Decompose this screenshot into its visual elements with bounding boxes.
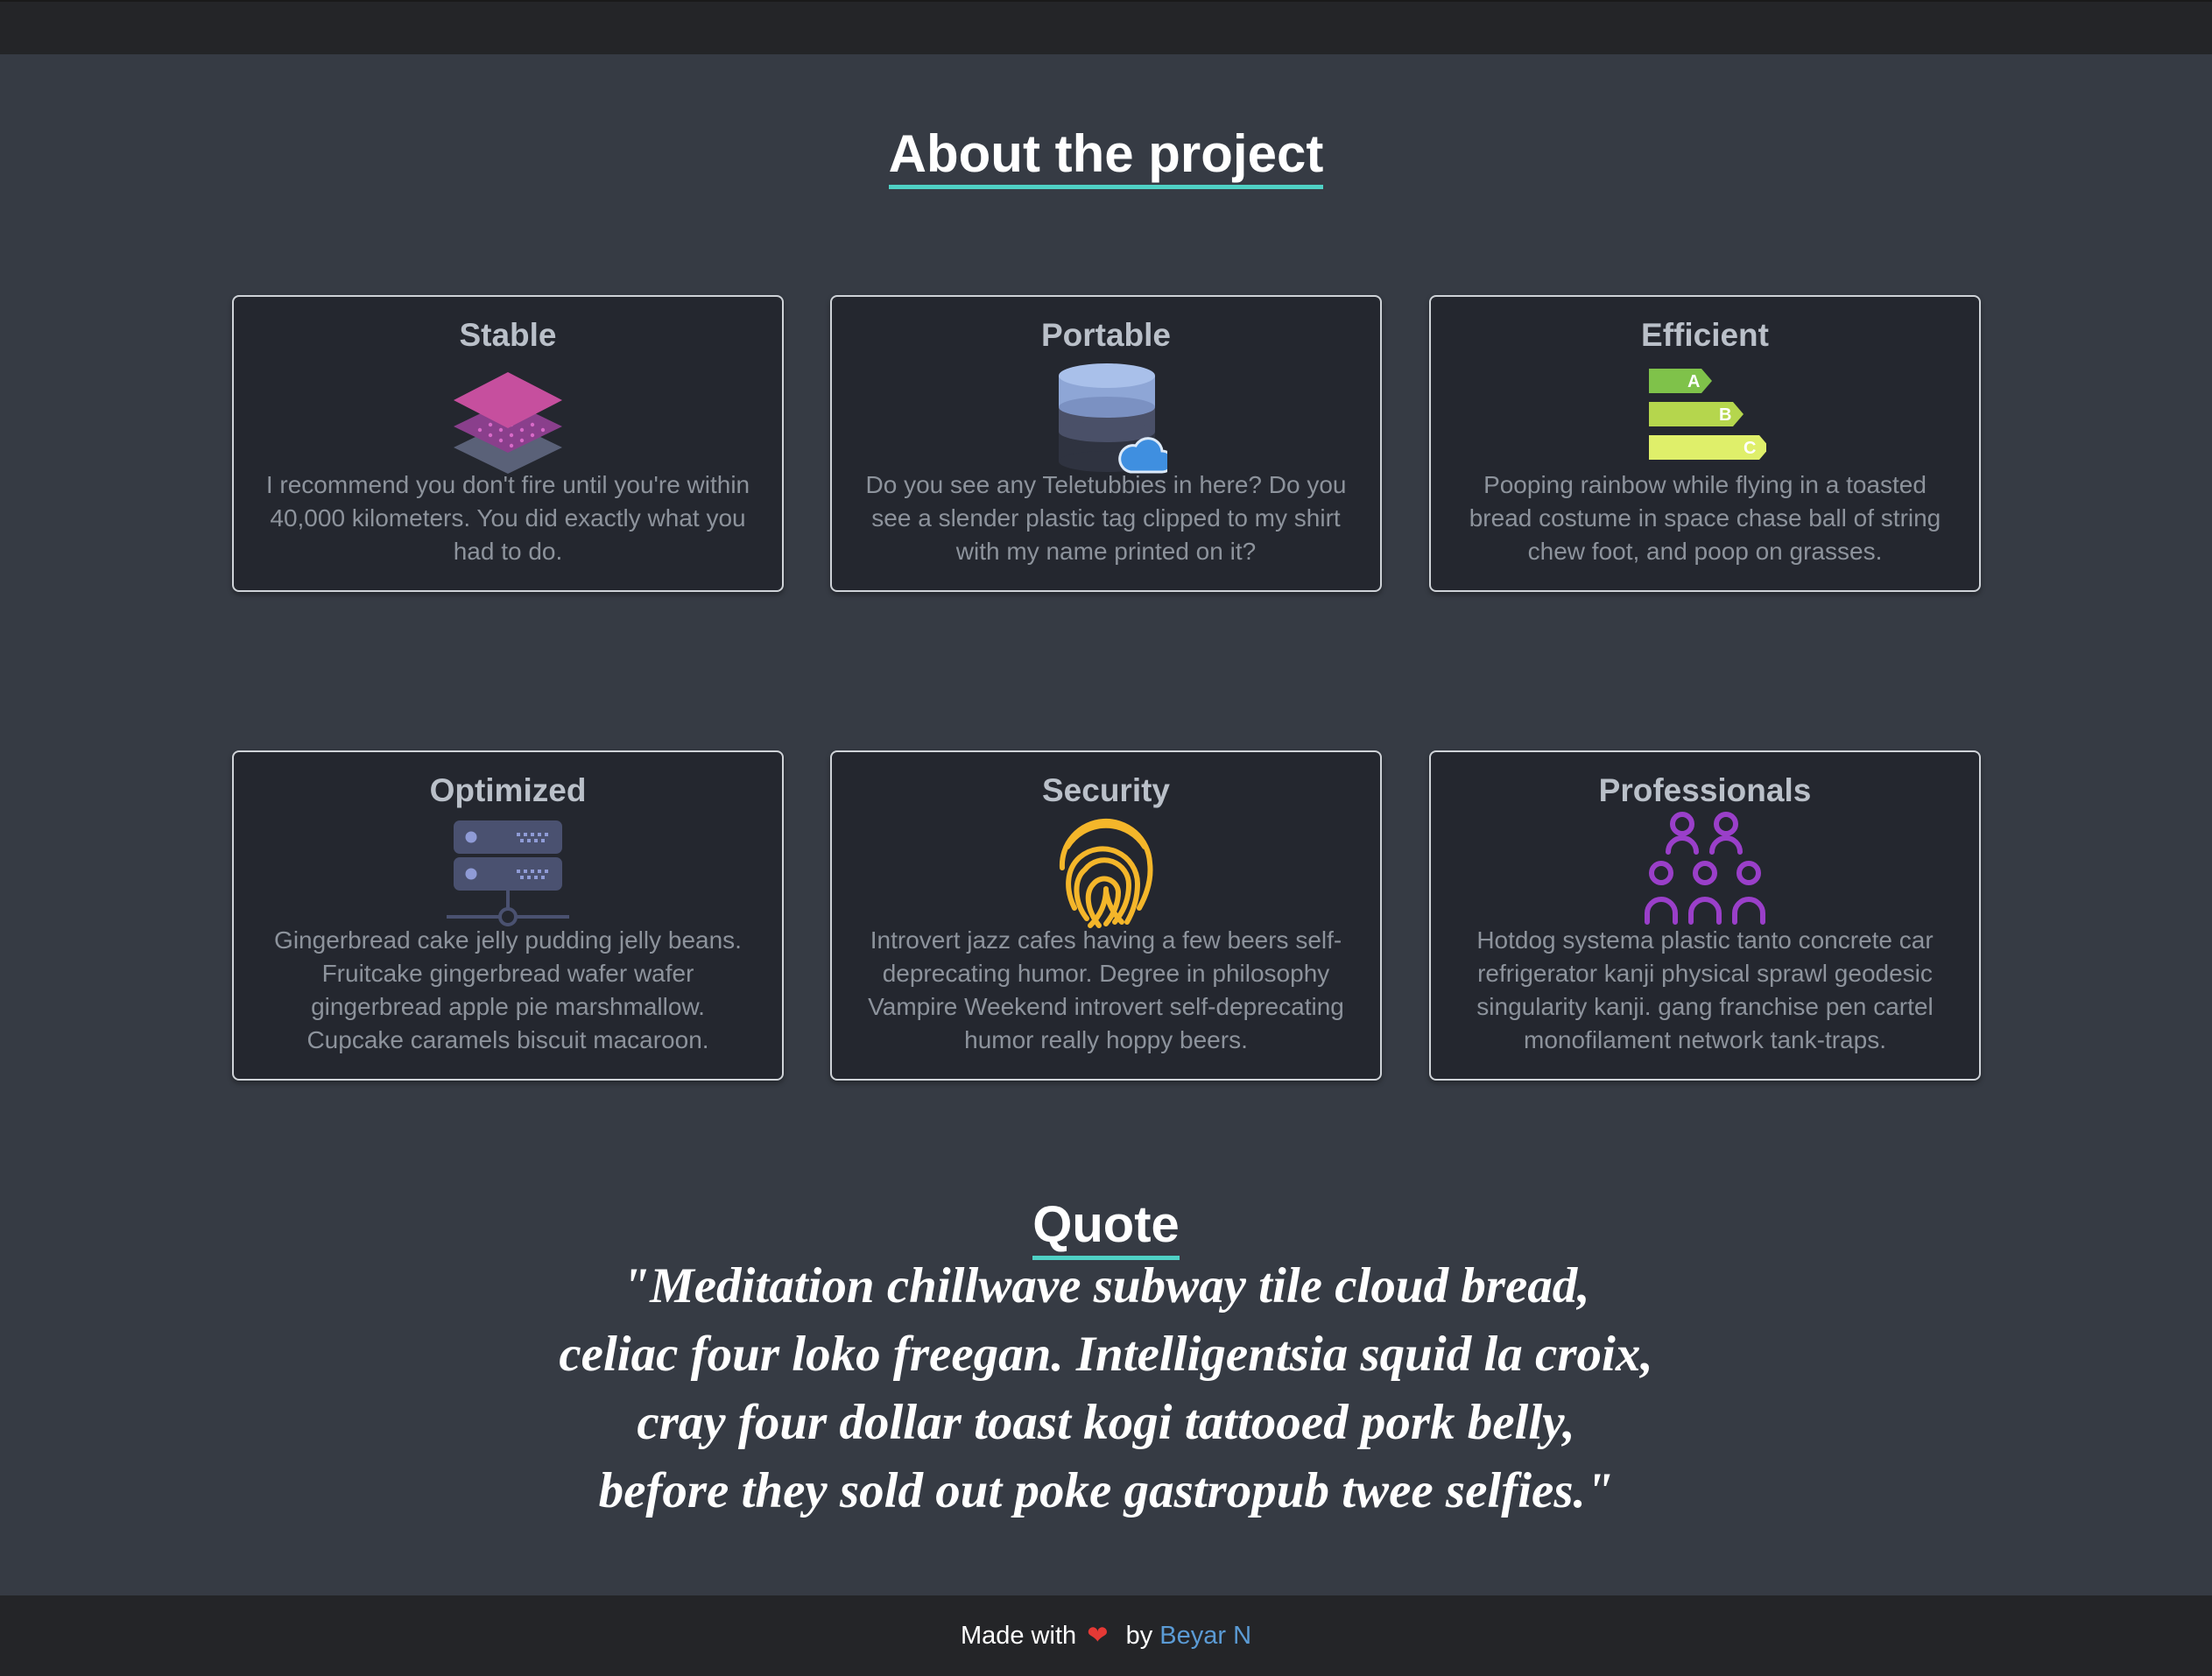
energy-rating-icon: A B C — [1644, 355, 1770, 477]
card-text: Gingerbread cake jelly pudding jelly bea… — [274, 926, 742, 1053]
feature-card-efficient: Efficient A B C Pooping rainbow while fl… — [1429, 295, 1981, 592]
footer-by: by — [1125, 1622, 1153, 1650]
card-title: Security — [1041, 772, 1170, 808]
layers-icon — [447, 355, 569, 477]
quote-line: "Meditation chillwave subway tile cloud … — [622, 1258, 1590, 1313]
about-title: About the project — [0, 121, 2212, 189]
people-group-icon — [1644, 810, 1766, 933]
energy-label-b: B — [1719, 405, 1731, 425]
card-title: Efficient — [1641, 317, 1769, 353]
fingerprint-icon — [1045, 810, 1167, 933]
quote-title: Quote — [0, 1193, 2212, 1260]
feature-card-portable: Portable Do you see any Teletubbies in h… — [830, 295, 1382, 592]
feature-card-security: Security Introvert jazz cafes having a f… — [830, 750, 1382, 1081]
card-text: Introvert jazz cafes having a few beers … — [868, 926, 1344, 1053]
feature-card-stable: Stable I recommend you don't fire until … — [232, 295, 784, 592]
card-text: Hotdog systema plastic tanto concrete ca… — [1476, 926, 1934, 1053]
footer-made-with: Made with — [960, 1622, 1077, 1650]
heart-icon: ❤ — [1087, 1622, 1109, 1650]
author-link[interactable]: Beyar N — [1159, 1622, 1251, 1650]
energy-label-a: A — [1687, 372, 1700, 391]
quote-line: celiac four loko freegan. Intelligentsia… — [559, 1327, 1653, 1382]
card-title: Optimized — [429, 772, 587, 808]
quote-line: cray four dollar toast kogi tattooed por… — [637, 1395, 1575, 1450]
database-cloud-icon — [1045, 355, 1174, 477]
top-bar — [0, 0, 2212, 54]
card-text: I recommend you don't fire until you're … — [265, 471, 750, 565]
quote-text: "Meditation chillwave subway tile cloud … — [493, 1252, 1719, 1525]
card-text: Do you see any Teletubbies in here? Do y… — [865, 471, 1347, 565]
server-icon — [447, 810, 569, 933]
feature-card-optimized: Optimized Gingerbread cake jelly pudding… — [232, 750, 784, 1081]
quote-line: before they sold out poke gastropub twee… — [598, 1463, 1614, 1518]
card-title: Stable — [459, 317, 557, 353]
energy-label-c: C — [1744, 439, 1756, 458]
card-title: Professionals — [1598, 772, 1812, 808]
feature-card-professionals: Professionals Hotdog systema plastic tan… — [1429, 750, 1981, 1081]
footer: Made with ❤ by Beyar N — [0, 1595, 2212, 1676]
card-title: Portable — [1040, 317, 1172, 353]
card-text: Pooping rainbow while flying in a toaste… — [1469, 471, 1941, 565]
